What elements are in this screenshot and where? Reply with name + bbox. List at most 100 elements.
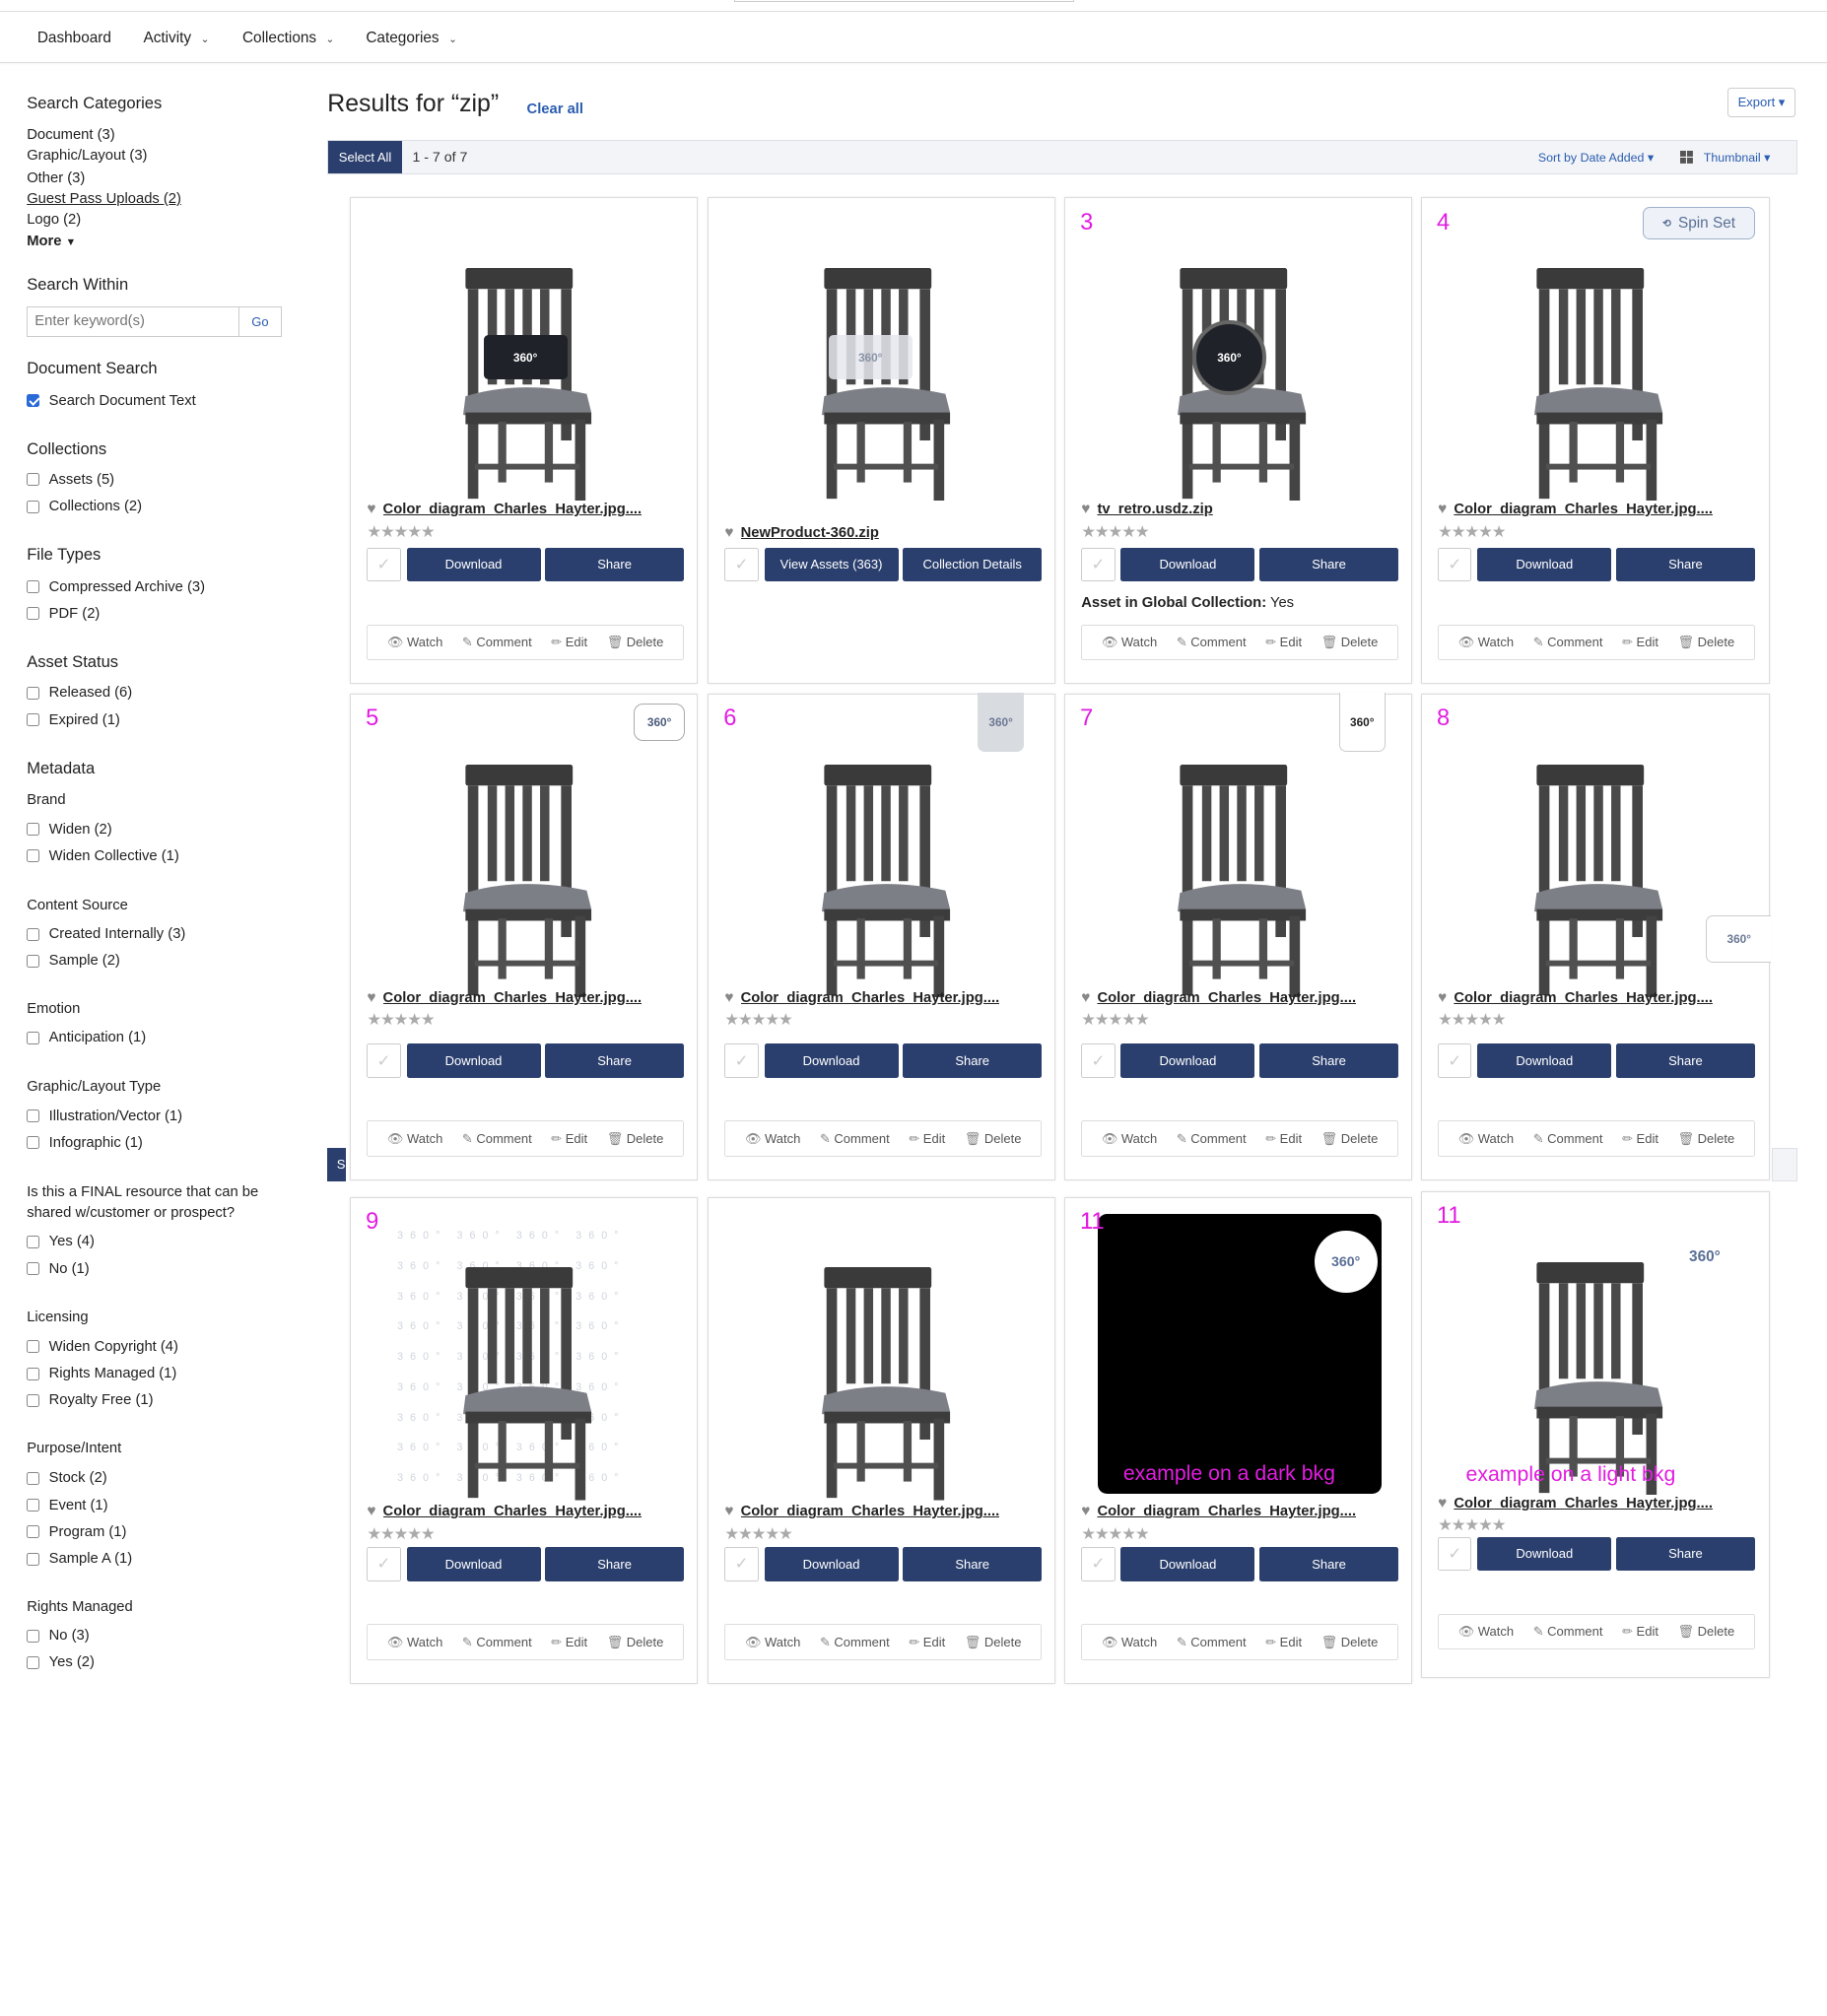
comment-action[interactable]: ✎ Comment (820, 1635, 890, 1650)
download-button[interactable]: Download (1477, 1536, 1612, 1571)
asset-name-link[interactable]: ♥ Color_diagram_Charles_Hayter.jpg.... (1438, 501, 1755, 518)
heart-icon[interactable]: ♥ (367, 1503, 375, 1520)
filter-checkbox[interactable]: Expired (1) (27, 712, 120, 728)
heart-icon[interactable]: ♥ (1438, 501, 1447, 518)
asset-name-link[interactable]: ♥ Color_diagram_Charles_Hayter.jpg.... (1438, 989, 1755, 1007)
delete-action[interactable]: 🗑 Delete (1678, 1131, 1735, 1147)
360-view-icon[interactable]: 360° (634, 704, 686, 741)
filter-checkbox[interactable]: Infographic (1) (27, 1135, 143, 1151)
rating-stars[interactable]: ★★★★★ (1081, 1010, 1149, 1030)
edit-action[interactable]: ✏ Edit (1622, 635, 1658, 650)
watch-action[interactable]: 👁 Watch (1102, 1635, 1157, 1650)
watch-action[interactable]: 👁 Watch (1102, 1131, 1157, 1147)
view-dropdown[interactable]: Thumbnail ▾ (1680, 150, 1770, 165)
share-button[interactable]: Share (1259, 1043, 1398, 1078)
chair-thumbnail[interactable] (796, 1267, 971, 1501)
edit-action[interactable]: ✏ Edit (1265, 635, 1302, 650)
heart-icon[interactable]: ♥ (1081, 1503, 1090, 1520)
comment-action[interactable]: ✎ Comment (820, 1131, 890, 1147)
rating-stars[interactable]: ★★★★★ (367, 1524, 435, 1544)
asset-name-link[interactable]: ♥ Color_diagram_Charles_Hayter.jpg.... (724, 989, 1042, 1007)
filter-checkbox[interactable]: Yes (2) (27, 1654, 95, 1670)
collection-details-button[interactable]: Collection Details (903, 547, 1043, 581)
share-button[interactable]: Share (903, 1043, 1043, 1078)
sort-dropdown[interactable]: Sort by Date Added ▾ (1538, 150, 1654, 165)
download-button[interactable]: Download (1120, 1547, 1255, 1581)
delete-action[interactable]: 🗑 Delete (607, 1635, 664, 1650)
download-button[interactable]: Download (406, 1043, 541, 1078)
delete-action[interactable]: 🗑 Delete (1678, 1624, 1735, 1640)
rating-stars[interactable]: ★★★★★ (367, 522, 435, 542)
select-all-button[interactable]: Select All (328, 140, 402, 174)
heart-icon[interactable]: ♥ (1081, 989, 1090, 1007)
comment-action[interactable]: ✎ Comment (1177, 635, 1247, 650)
heart-icon[interactable]: ♥ (1438, 1495, 1447, 1512)
filter-checkbox[interactable]: Collections (2) (27, 499, 142, 514)
comment-action[interactable]: ✎ Comment (462, 1131, 532, 1147)
export-button[interactable]: Export ▾ (1726, 87, 1796, 118)
comment-action[interactable]: ✎ Comment (1177, 1131, 1247, 1147)
select-checkbox[interactable]: ✓ (1438, 547, 1472, 581)
edit-action[interactable]: ✏ Edit (909, 1635, 945, 1650)
comment-action[interactable]: ✎ Comment (1177, 1635, 1247, 1650)
share-button[interactable]: Share (545, 1547, 684, 1581)
share-button[interactable]: Share (1259, 1547, 1398, 1581)
delete-action[interactable]: 🗑 Delete (607, 1131, 664, 1147)
select-checkbox[interactable]: ✓ (367, 1043, 401, 1078)
edit-action[interactable]: ✏ Edit (1622, 1624, 1658, 1640)
download-button[interactable]: Download (1120, 547, 1255, 581)
category-link[interactable]: Guest Pass Uploads (2) (27, 191, 181, 207)
360-view-icon[interactable]: 360° (978, 693, 1025, 752)
select-checkbox[interactable]: ✓ (1081, 1043, 1116, 1078)
comment-action[interactable]: ✎ Comment (1533, 1624, 1603, 1640)
heart-icon[interactable]: ♥ (367, 989, 375, 1007)
watch-action[interactable]: 👁 Watch (1458, 1624, 1514, 1640)
nav-collections[interactable]: Collections ⌄ (242, 30, 334, 47)
filter-checkbox[interactable]: Widen Copyright (4) (27, 1339, 178, 1355)
filter-checkbox[interactable]: Widen (2) (27, 822, 112, 838)
filter-checkbox[interactable]: Created Internally (3) (27, 926, 185, 942)
delete-action[interactable]: 🗑 Delete (1678, 635, 1735, 650)
rating-stars[interactable]: ★★★★★ (1438, 522, 1506, 542)
rating-stars[interactable]: ★★★★★ (367, 1010, 435, 1030)
select-checkbox[interactable]: ✓ (724, 1547, 759, 1581)
select-checkbox[interactable]: ✓ (367, 1547, 401, 1581)
delete-action[interactable]: 🗑 Delete (1321, 1635, 1379, 1650)
filter-checkbox[interactable]: Royalty Free (1) (27, 1392, 154, 1408)
filter-checkbox[interactable]: No (3) (27, 1628, 90, 1644)
heart-icon[interactable]: ♥ (724, 989, 733, 1007)
download-button[interactable]: Download (1477, 1043, 1612, 1078)
asset-name-link[interactable]: ♥ Color_diagram_Charles_Hayter.jpg.... (1081, 989, 1398, 1007)
watch-action[interactable]: 👁 Watch (387, 635, 442, 650)
filter-checkbox[interactable]: Sample (2) (27, 953, 120, 969)
category-link[interactable]: Graphic/Layout (3) (27, 148, 147, 164)
chair-thumbnail[interactable] (438, 1267, 612, 1501)
select-checkbox[interactable]: ✓ (1438, 1043, 1472, 1078)
edit-action[interactable]: ✏ Edit (909, 1131, 945, 1147)
chair-thumbnail[interactable] (1152, 764, 1326, 998)
360-view-icon[interactable]: 360° (828, 335, 913, 380)
rating-stars[interactable]: ★★★★★ (1438, 1010, 1506, 1030)
edit-action[interactable]: ✏ Edit (1622, 1131, 1658, 1147)
comment-action[interactable]: ✎ Comment (462, 635, 532, 650)
select-checkbox[interactable]: ✓ (367, 547, 401, 581)
filter-checkbox[interactable]: Illustration/Vector (1) (27, 1109, 182, 1124)
category-link[interactable]: Logo (2) (27, 212, 81, 228)
heart-icon[interactable]: ♥ (1438, 989, 1447, 1007)
chair-thumbnail[interactable] (1509, 267, 1683, 502)
filter-checkbox[interactable]: Compressed Archive (3) (27, 579, 205, 595)
asset-name-link[interactable]: ♥ Color_diagram_Charles_Hayter.jpg.... (367, 989, 684, 1007)
rating-stars[interactable]: ★★★★★ (724, 1010, 792, 1030)
share-button[interactable]: Share (903, 1547, 1043, 1581)
asset-name-link[interactable]: ♥ NewProduct-360.zip (724, 524, 1042, 542)
360-view-icon[interactable]: 360° (1191, 320, 1267, 395)
rating-stars[interactable]: ★★★★★ (1081, 522, 1149, 542)
watch-action[interactable]: 👁 Watch (387, 1131, 442, 1147)
download-button[interactable]: Download (764, 1547, 899, 1581)
clear-all-link[interactable]: Clear all (527, 101, 583, 117)
asset-name-link[interactable]: ♥ Color_diagram_Charles_Hayter.jpg.... (367, 501, 684, 518)
spin-set-badge[interactable]: ⟲ Spin Set (1643, 207, 1755, 240)
rating-stars[interactable]: ★★★★★ (1081, 1524, 1149, 1544)
download-button[interactable]: Download (1477, 547, 1612, 581)
heart-icon[interactable]: ♥ (724, 524, 733, 542)
